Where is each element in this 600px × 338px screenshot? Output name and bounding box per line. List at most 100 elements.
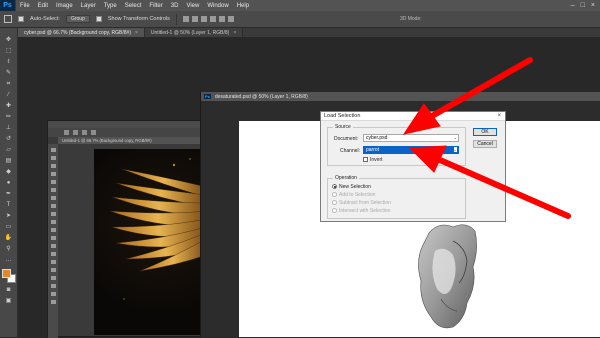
tool-icon[interactable] [50, 276, 56, 280]
align-right-icon[interactable] [227, 16, 234, 22]
wing-canvas[interactable] [94, 149, 206, 335]
hand-icon[interactable]: ✋ [4, 234, 14, 242]
zoom-icon[interactable]: ⚲ [4, 245, 14, 253]
add-selection-radio[interactable] [332, 192, 337, 197]
tool-icon[interactable] [50, 196, 56, 200]
tool-icon[interactable] [50, 284, 56, 288]
floating-tools-panel [48, 144, 58, 338]
menu-3d[interactable]: 3D [167, 3, 183, 9]
tool-icon[interactable] [50, 292, 56, 296]
tool-icon[interactable] [50, 188, 56, 192]
floating-window-titlebar[interactable] [48, 121, 206, 128]
tool-icon[interactable] [50, 148, 56, 152]
history-brush-icon[interactable]: ↺ [4, 135, 14, 143]
screen-mode-icon[interactable]: ▣ [4, 297, 14, 305]
close-icon[interactable]: × [497, 113, 505, 119]
crop-icon[interactable]: ⌗ [4, 80, 14, 88]
tool-icon[interactable] [50, 228, 56, 232]
tool-icon[interactable] [50, 260, 56, 264]
tool-icon[interactable] [50, 252, 56, 256]
lasso-icon[interactable]: ℓ [4, 58, 14, 66]
eyedropper-icon[interactable]: ⁄ [4, 91, 14, 99]
menu-view[interactable]: View [182, 3, 203, 9]
menu-window[interactable]: Window [203, 3, 232, 9]
menu-file[interactable]: File [16, 3, 34, 9]
chevron-down-icon: ⌄ [453, 135, 457, 140]
minimize-icon[interactable]: – [571, 2, 575, 9]
ok-button[interactable]: OK [473, 128, 497, 136]
auto-select-dropdown[interactable]: Group [65, 15, 90, 23]
floating-doc-tab-label: Untitled-1 @ 66.7% (Background copy, RGB… [62, 138, 152, 143]
align-center-icon[interactable] [218, 16, 225, 22]
align-top-icon[interactable] [182, 16, 189, 22]
channel-dropdown[interactable]: parrot ⌄ [363, 146, 459, 154]
quick-mask-icon[interactable]: ◙ [4, 286, 14, 294]
main-doc-tab-label: desaturated.psd @ 50% (Layer 1, RGB/8) [214, 93, 308, 100]
close-icon[interactable]: × [233, 30, 236, 36]
floating-document-wing[interactable]: Untitled-1 @ 66.7% (Background copy, RGB… [47, 120, 208, 338]
new-selection-radio[interactable] [332, 184, 337, 189]
menu-help[interactable]: Help [233, 3, 253, 9]
menu-filter[interactable]: Filter [145, 3, 166, 9]
tool-icon[interactable] [50, 220, 56, 224]
close-icon[interactable]: × [135, 30, 138, 36]
subtract-selection-label: Subtract from Selection [339, 200, 391, 206]
stamp-icon[interactable]: ⊥ [4, 124, 14, 132]
menu-layer[interactable]: Layer [77, 3, 100, 9]
document-label: Document: [334, 136, 359, 142]
invert-checkbox[interactable] [363, 157, 368, 162]
close-window-icon[interactable]: × [591, 2, 595, 9]
document-dropdown[interactable]: cyber.psd ⌄ [363, 134, 459, 142]
subtract-selection-radio[interactable] [332, 200, 337, 205]
quick-select-icon[interactable]: ✎ [4, 69, 14, 77]
tool-icon[interactable] [50, 268, 56, 272]
transform-controls-checkbox[interactable] [95, 16, 102, 22]
blur-icon[interactable]: ◆ [4, 168, 14, 176]
dialog-titlebar[interactable]: Load Selection × [321, 112, 505, 121]
color-swatches[interactable] [1, 269, 16, 283]
menu-image[interactable]: Image [52, 3, 77, 9]
foreground-color-swatch[interactable] [1, 269, 11, 278]
tool-icon[interactable] [50, 164, 56, 168]
tool-icon[interactable] [50, 236, 56, 240]
option-icon[interactable] [82, 130, 87, 135]
tool-icon[interactable] [50, 300, 56, 304]
eraser-icon[interactable]: ▱ [4, 146, 14, 154]
more-tools-icon[interactable]: … [4, 256, 14, 264]
tool-icon[interactable] [50, 212, 56, 216]
option-icon[interactable] [73, 130, 78, 135]
path-select-icon[interactable]: ➤ [4, 212, 14, 220]
tool-icon[interactable] [50, 244, 56, 248]
tool-icon[interactable] [50, 180, 56, 184]
marquee-icon[interactable]: ⬚ [4, 47, 14, 55]
menu-select[interactable]: Select [121, 3, 146, 9]
floating-doc-tab[interactable]: Untitled-1 @ 66.7% (Background copy, RGB… [58, 137, 208, 144]
align-bottom-icon[interactable] [200, 16, 207, 22]
pen-icon[interactable]: ✒ [4, 190, 14, 198]
gradient-icon[interactable]: ▤ [4, 157, 14, 165]
tool-icon[interactable] [50, 204, 56, 208]
shape-icon[interactable]: ▭ [4, 223, 14, 231]
menu-type[interactable]: Type [100, 3, 121, 9]
brush-icon[interactable]: ✏ [4, 113, 14, 121]
photoshop-doc-icon: Ps [204, 94, 211, 99]
menu-edit[interactable]: Edit [34, 3, 52, 9]
tool-icon[interactable] [50, 172, 56, 176]
dodge-icon[interactable]: ● [4, 179, 14, 187]
move-icon[interactable]: ✥ [4, 36, 14, 44]
main-doc-tab[interactable]: Ps desaturated.psd @ 50% (Layer 1, RGB/8… [201, 92, 600, 101]
type-icon[interactable]: T [4, 201, 14, 209]
align-left-icon[interactable] [209, 16, 216, 22]
option-icon[interactable] [64, 130, 69, 135]
move-tool-preset-icon[interactable] [4, 15, 12, 23]
align-middle-icon[interactable] [191, 16, 198, 22]
tab-untitled[interactable]: Untitled-1 @ 50% (Layer 1, RGB/8) × [144, 28, 244, 37]
tool-icon[interactable] [50, 156, 56, 160]
healing-icon[interactable]: ✚ [4, 102, 14, 110]
option-icon[interactable] [91, 130, 96, 135]
intersect-selection-radio[interactable] [332, 208, 337, 213]
cancel-button[interactable]: Cancel [473, 140, 497, 148]
tab-cyber[interactable]: cyber.psd @ 66.7% (Background copy, RGB/… [18, 28, 145, 37]
maximize-icon[interactable]: □ [581, 2, 585, 9]
auto-select-checkbox[interactable] [18, 16, 24, 22]
